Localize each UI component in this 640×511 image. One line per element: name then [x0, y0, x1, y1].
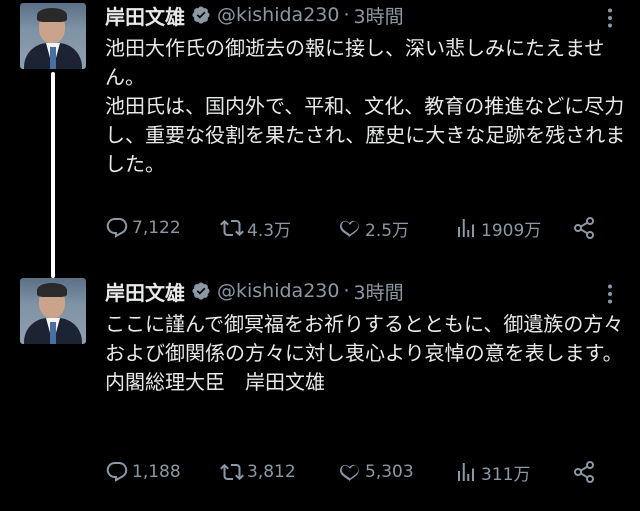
verified-badge-icon	[192, 282, 210, 300]
retweet-button[interactable]: 4.3万	[220, 214, 291, 242]
share-button[interactable]	[572, 458, 599, 486]
reply-icon	[106, 462, 128, 482]
verified-badge-icon	[192, 6, 210, 24]
like-count: 2.5万	[365, 220, 410, 241]
views-button[interactable]: 311万	[454, 458, 530, 486]
tweet-text-paragraph: ここに謹んで御冥福をお祈りするとともに、御遺族の方々および御関係の方々に対し衷心…	[105, 312, 624, 365]
tweet-actions: 7,122 4.3万 2.5万 1909万	[105, 214, 605, 242]
views-count: 311万	[481, 464, 531, 485]
tweet-1[interactable]: 岸田文雄 @kishida230 · 3時間 池田大作氏の御逝去の報に接し、深い…	[0, 0, 640, 262]
tweet-text: 池田大作氏の御逝去の報に接し、深い悲しみにたえません。 池田氏は、国内外で、平和…	[105, 34, 630, 179]
like-button[interactable]: 2.5万	[338, 214, 409, 242]
like-count: 5,303	[365, 462, 414, 482]
reply-button[interactable]: 1,188	[105, 458, 181, 486]
tweet-text-paragraph: 池田氏は、国内外で、平和、文化、教育の推進などに尽力し、重要な役割を果たされ、歴…	[105, 94, 626, 176]
retweet-icon	[220, 463, 244, 481]
reply-icon	[106, 218, 128, 238]
heart-icon	[339, 220, 359, 238]
author-handle[interactable]: @kishida230	[217, 4, 339, 26]
retweet-icon	[220, 219, 244, 237]
avatar[interactable]	[20, 278, 86, 344]
retweet-button[interactable]: 3,812	[220, 458, 296, 486]
like-button[interactable]: 5,303	[338, 458, 414, 486]
avatar[interactable]	[20, 3, 86, 69]
tweet-text: ここに謹んで御冥福をお祈りするとともに、御遺族の方々および御関係の方々に対し衷心…	[105, 310, 630, 397]
tweet-actions: 1,188 3,812 5,303 311万	[105, 458, 605, 486]
retweet-count: 3,812	[247, 462, 296, 482]
tweet-header: 岸田文雄 @kishida230 · 3時間	[105, 0, 404, 30]
tweet-time[interactable]: 3時間	[354, 2, 404, 29]
retweet-count: 4.3万	[247, 220, 292, 241]
heart-icon	[339, 464, 359, 482]
more-options-icon[interactable]	[598, 6, 622, 30]
separator-dot: ·	[343, 4, 350, 26]
tweet-2[interactable]: 岸田文雄 @kishida230 · 3時間 ここに謹んで御冥福をお祈りするとと…	[0, 270, 640, 511]
share-icon	[574, 217, 594, 239]
share-icon	[574, 461, 594, 483]
separator-dot: ·	[343, 280, 350, 302]
reply-count: 1,188	[132, 462, 181, 482]
tweet-header: 岸田文雄 @kishida230 · 3時間	[105, 276, 404, 306]
views-count: 1909万	[481, 220, 542, 241]
reply-count: 7,122	[132, 218, 181, 238]
views-chart-icon	[458, 463, 474, 481]
author-name[interactable]: 岸田文雄	[105, 1, 185, 30]
more-options-icon[interactable]	[598, 282, 622, 306]
views-button[interactable]: 1909万	[454, 214, 541, 242]
reply-button[interactable]: 7,122	[105, 214, 181, 242]
tweet-text-paragraph: 池田大作氏の御逝去の報に接し、深い悲しみにたえません。	[105, 36, 605, 89]
author-handle[interactable]: @kishida230	[217, 280, 339, 302]
author-name[interactable]: 岸田文雄	[105, 277, 185, 306]
tweet-time[interactable]: 3時間	[354, 278, 404, 305]
tweet-text-paragraph: 内閣総理大臣 岸田文雄	[105, 370, 325, 394]
share-button[interactable]	[572, 214, 599, 242]
views-chart-icon	[458, 219, 474, 237]
